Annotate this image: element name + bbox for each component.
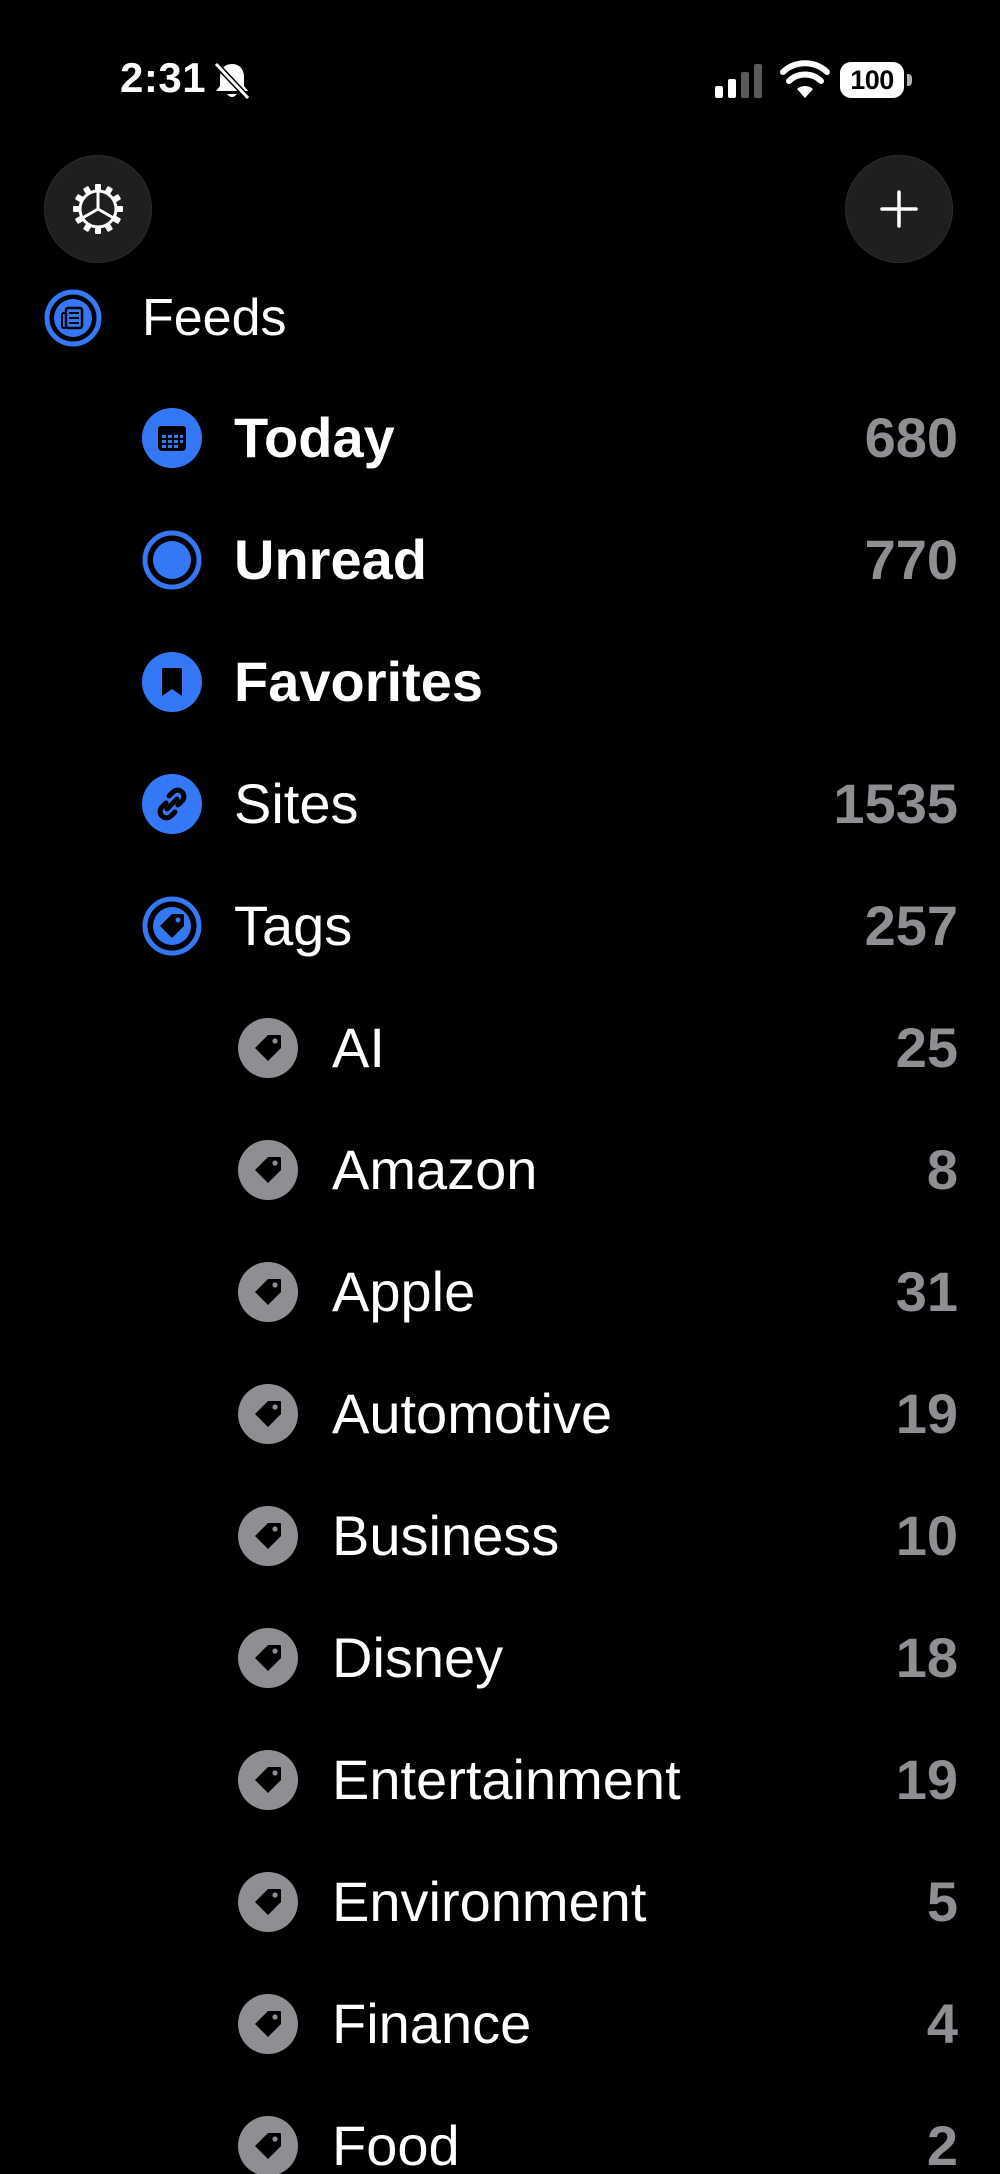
tag-item-label: Apple xyxy=(332,1260,476,1323)
tag-icon xyxy=(238,1872,298,1932)
tag-item-label: Food xyxy=(332,2114,460,2174)
tag-icon xyxy=(238,1384,298,1444)
sidebar-item-count: 257 xyxy=(864,894,958,957)
tag-item-label: AI xyxy=(332,1016,385,1079)
tag-item-automotive[interactable]: Automotive 19 xyxy=(0,1353,1000,1475)
tag-item-label: Environment xyxy=(332,1870,647,1933)
feeds-label: Feeds xyxy=(142,289,287,347)
tag-item-count: 19 xyxy=(895,1748,958,1811)
gear-icon xyxy=(73,184,123,234)
tag-icon xyxy=(238,1994,298,2054)
tag-item-count: 8 xyxy=(926,1138,958,1201)
tag-icon xyxy=(238,2116,298,2174)
tag-item-count: 10 xyxy=(895,1504,958,1567)
tag-item-business[interactable]: Business 10 xyxy=(0,1475,1000,1597)
tag-item-count: 4 xyxy=(926,1992,958,2055)
tag-item-count: 19 xyxy=(895,1382,958,1445)
sidebar-item-today[interactable]: Today 680 xyxy=(0,377,1000,499)
sidebar-item-label: Today xyxy=(234,406,395,469)
tag-item-label: Business xyxy=(332,1504,560,1567)
battery-level: 100 xyxy=(840,62,904,98)
cellular-signal-icon xyxy=(715,64,762,98)
tag-item-food[interactable]: Food 2 xyxy=(0,2085,1000,2174)
tag-item-count: 31 xyxy=(895,1260,958,1323)
newspaper-icon xyxy=(44,289,102,347)
tag-item-count: 25 xyxy=(895,1016,958,1079)
tag-icon xyxy=(238,1750,298,1810)
circle-icon xyxy=(142,530,202,590)
tag-item-amazon[interactable]: Amazon 8 xyxy=(0,1109,1000,1231)
tag-item-ai[interactable]: AI 25 xyxy=(0,987,1000,1109)
sidebar-item-count: 1535 xyxy=(833,772,958,835)
link-icon xyxy=(142,774,202,834)
tag-icon xyxy=(238,1628,298,1688)
tag-item-label: Finance xyxy=(332,1992,532,2055)
tag-item-apple[interactable]: Apple 31 xyxy=(0,1231,1000,1353)
sidebar-item-tags[interactable]: Tags 257 xyxy=(0,865,1000,987)
tag-icon xyxy=(142,896,202,956)
sidebar-item-label: Unread xyxy=(234,528,427,591)
tag-item-entertainment[interactable]: Entertainment 19 xyxy=(0,1719,1000,1841)
tag-item-environment[interactable]: Environment 5 xyxy=(0,1841,1000,1963)
tag-item-label: Disney xyxy=(332,1626,504,1689)
feeds-section-header[interactable]: Feeds xyxy=(44,288,287,348)
sidebar-item-label: Tags xyxy=(234,894,353,957)
plus-icon xyxy=(880,190,918,228)
tag-icon xyxy=(238,1140,298,1200)
calendar-icon xyxy=(142,408,202,468)
status-bar: 2:31 100 xyxy=(0,0,1000,160)
sidebar-item-sites[interactable]: Sites 1535 xyxy=(0,743,1000,865)
battery-icon: 100 xyxy=(840,62,912,98)
settings-button[interactable] xyxy=(44,155,152,263)
tag-item-disney[interactable]: Disney 18 xyxy=(0,1597,1000,1719)
sidebar-item-favorites[interactable]: Favorites xyxy=(0,621,1000,743)
tag-item-label: Amazon xyxy=(332,1138,538,1201)
bell-slash-icon xyxy=(213,61,251,101)
status-time: 2:31 xyxy=(120,54,207,101)
wifi-icon xyxy=(780,60,830,98)
tag-item-label: Entertainment xyxy=(332,1748,681,1811)
sidebar-item-label: Favorites xyxy=(234,650,483,713)
tag-item-count: 18 xyxy=(895,1626,958,1689)
tag-icon xyxy=(238,1018,298,1078)
tag-item-label: Automotive xyxy=(332,1382,613,1445)
add-button[interactable] xyxy=(845,155,953,263)
sidebar-item-count: 770 xyxy=(864,528,958,591)
tag-item-finance[interactable]: Finance 4 xyxy=(0,1963,1000,2085)
sidebar-item-label: Sites xyxy=(234,772,359,835)
tag-item-count: 5 xyxy=(926,1870,958,1933)
tag-icon xyxy=(238,1262,298,1322)
sidebar-item-unread[interactable]: Unread 770 xyxy=(0,499,1000,621)
sidebar-item-count: 680 xyxy=(864,406,958,469)
tag-icon xyxy=(238,1506,298,1566)
tag-item-count: 2 xyxy=(926,2114,958,2174)
bookmark-icon xyxy=(142,652,202,712)
